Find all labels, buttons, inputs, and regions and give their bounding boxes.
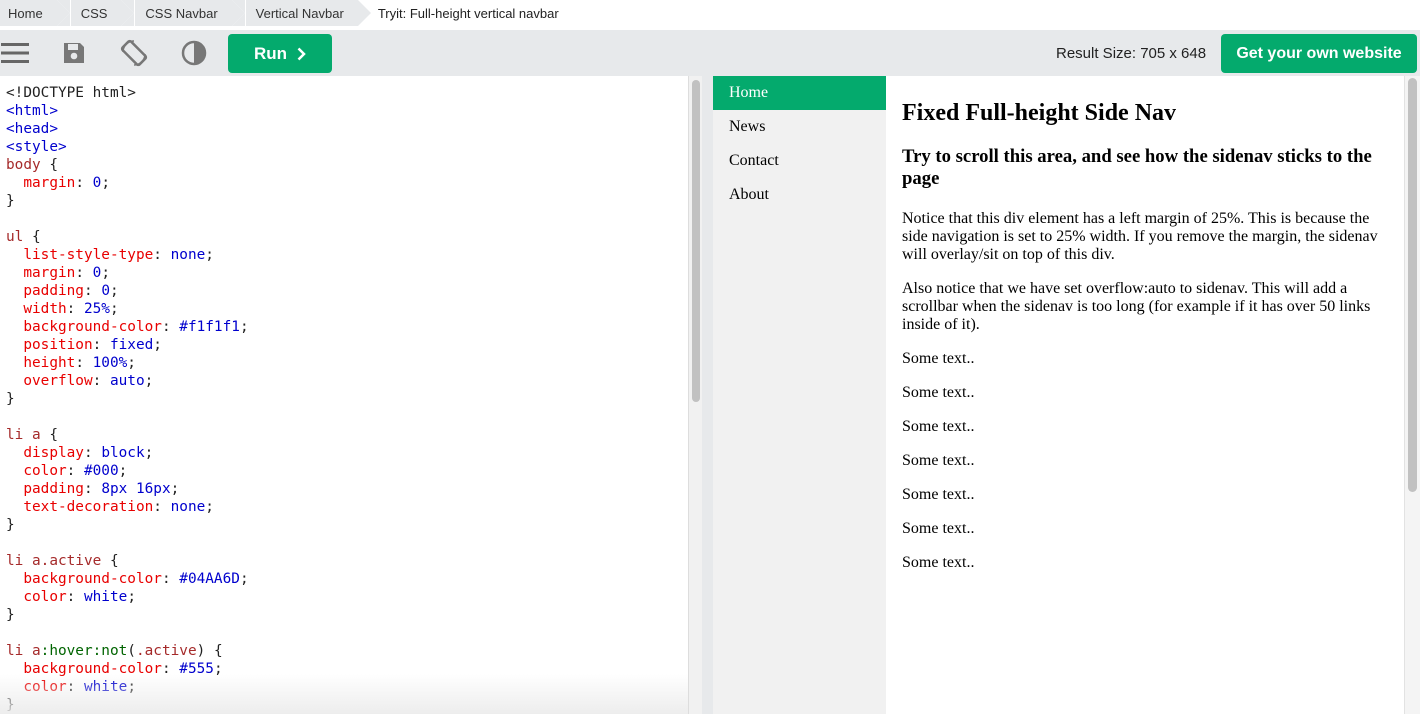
result-scrollbar-thumb[interactable]: [1408, 78, 1417, 492]
result-scrollbar[interactable]: [1404, 76, 1420, 714]
code-line: body {: [6, 157, 58, 173]
code-line: <html>: [6, 103, 58, 119]
code-line: li a:hover:not(.active) {: [6, 643, 223, 659]
code-line: margin: 0;: [23, 175, 110, 191]
code-line: list-style-type: none;: [23, 247, 214, 263]
menu-icon[interactable]: [0, 39, 30, 67]
page-subheading: Try to scroll this area, and see how the…: [902, 146, 1372, 189]
paragraph: Some text..: [902, 384, 975, 401]
paragraph: Some text..: [902, 452, 975, 469]
paragraph: Some text..: [902, 418, 975, 435]
code-line: height: 100%;: [23, 355, 136, 371]
code-line: margin: 0;: [23, 265, 110, 281]
code-line: color: #000;: [23, 463, 128, 479]
run-button[interactable]: Run: [228, 34, 332, 73]
code-line: }: [6, 193, 15, 209]
code-line: position: fixed;: [23, 337, 162, 353]
paragraph: Also notice that we have set overflow:au…: [902, 280, 1371, 333]
nav-item-contact[interactable]: Contact: [713, 144, 886, 178]
nav-item-home[interactable]: Home: [713, 76, 886, 110]
result-frame: Home News Contact About Fixed Full-heigh…: [713, 76, 1420, 714]
chevron-right-icon: [297, 47, 306, 60]
code-line: padding: 8px 16px;: [23, 481, 180, 497]
code-line: background-color: #04AA6D;: [23, 571, 249, 587]
breadcrumb-home[interactable]: Home: [0, 0, 70, 26]
editor-fade: [0, 674, 688, 714]
code-line: <!DOCTYPE html>: [6, 85, 136, 101]
toolbar: Run Result Size: 705 x 648 Get your own …: [0, 30, 1420, 76]
editor-scrollbar[interactable]: [688, 76, 702, 714]
code-line: }: [6, 391, 15, 407]
code-line: width: 25%;: [23, 301, 119, 317]
paragraph: Notice that this div element has a left …: [902, 210, 1378, 263]
result-size: Result Size: 705 x 648: [1056, 45, 1207, 62]
code-line: color: white;: [23, 589, 136, 605]
code-editor[interactable]: <!DOCTYPE html> <html> <head> <style> body {…: [0, 76, 702, 714]
code-line: <head>: [6, 121, 58, 137]
code-line: padding: 0;: [23, 283, 119, 299]
code-line: li a.active {: [6, 553, 119, 569]
code-line: text-decoration: none;: [23, 499, 214, 515]
code-line: background-color: #f1f1f1;: [23, 319, 249, 335]
breadcrumb-vertical-navbar[interactable]: Vertical Navbar: [231, 0, 372, 26]
code-line: }: [6, 517, 15, 533]
breadcrumb-current: Tryit: Full-height vertical navbar: [377, 5, 559, 21]
sidenav: Home News Contact About: [713, 76, 886, 714]
code-line: }: [6, 607, 15, 623]
save-icon[interactable]: [59, 39, 89, 67]
panel-divider[interactable]: [702, 76, 713, 714]
code-line: ul {: [6, 229, 41, 245]
paragraph: Some text..: [902, 554, 975, 571]
nav-item-news[interactable]: News: [713, 110, 886, 144]
editor-scrollbar-thumb[interactable]: [692, 80, 700, 402]
main-content: Fixed Full-height Side Nav Try to scroll…: [902, 76, 1392, 572]
breadcrumb-css-navbar[interactable]: CSS Navbar: [121, 0, 245, 26]
code-line: <style>: [6, 139, 67, 155]
code-line: display: block;: [23, 445, 154, 461]
code-line: overflow: auto;: [23, 373, 154, 389]
contrast-icon[interactable]: [179, 39, 209, 67]
code-content[interactable]: <!DOCTYPE html> <html> <head> <style> body {…: [6, 84, 249, 714]
paragraph: Some text..: [902, 350, 975, 367]
paragraph: Some text..: [902, 520, 975, 537]
page-heading: Fixed Full-height Side Nav: [902, 100, 1177, 126]
run-label: Run: [253, 43, 288, 63]
get-website-button[interactable]: Get your own website: [1221, 34, 1417, 73]
rotate-icon[interactable]: [119, 39, 149, 67]
breadcrumb: Home CSS CSS Navbar Vertical Navbar Tryi…: [0, 0, 1420, 26]
code-line: li a {: [6, 427, 58, 443]
paragraph: Some text..: [902, 486, 975, 503]
nav-item-about[interactable]: About: [713, 178, 886, 212]
breadcrumb-css[interactable]: CSS: [56, 0, 135, 26]
